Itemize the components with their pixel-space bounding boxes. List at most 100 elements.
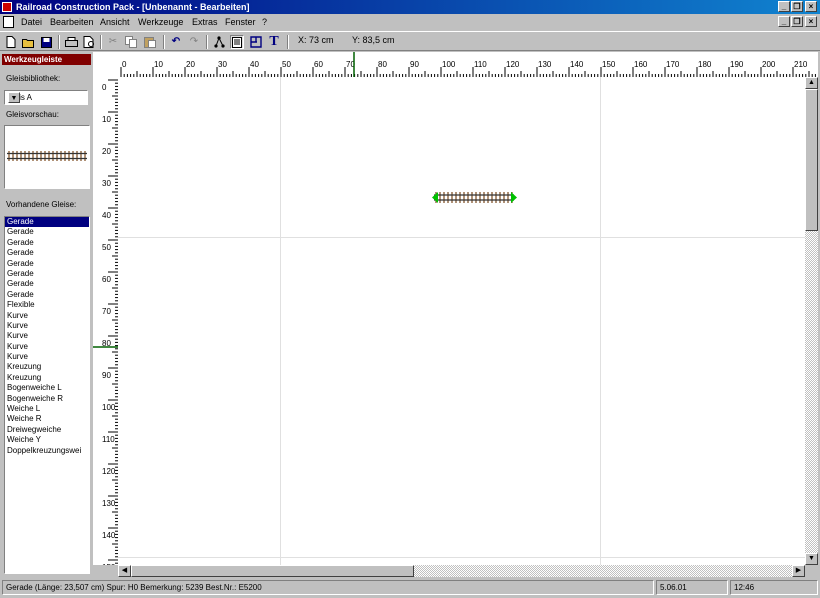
window-title: Railroad Construction Pack - [Unbenannt … bbox=[16, 2, 250, 12]
document-icon[interactable] bbox=[3, 16, 14, 28]
redo-icon[interactable]: ↷ bbox=[187, 35, 201, 49]
y-tick-label: 60 bbox=[102, 275, 111, 284]
close-button[interactable]: × bbox=[805, 1, 817, 12]
list-item[interactable]: Flexible bbox=[5, 300, 89, 310]
scroll-left-button[interactable]: ◀ bbox=[118, 565, 131, 577]
list-item[interactable]: Gerade bbox=[5, 248, 89, 258]
list-item[interactable]: Gerade bbox=[5, 269, 89, 279]
print-icon[interactable] bbox=[64, 35, 78, 49]
list-item[interactable]: Kreuzung bbox=[5, 362, 89, 372]
x-tick-label: 170 bbox=[666, 60, 680, 69]
toolbar-separator bbox=[287, 35, 289, 49]
menu-help[interactable]: ? bbox=[262, 14, 267, 30]
toolbar-separator bbox=[163, 35, 165, 49]
list-item[interactable]: Gerade bbox=[5, 217, 89, 228]
scroll-down-button[interactable]: ▼ bbox=[805, 553, 818, 565]
scroll-up-button[interactable]: ▲ bbox=[805, 77, 818, 89]
drawing-canvas[interactable] bbox=[118, 77, 805, 565]
x-tick-label: 160 bbox=[634, 60, 648, 69]
toolbar-separator bbox=[206, 35, 208, 49]
list-item[interactable]: Kurve bbox=[5, 352, 89, 362]
x-tick-label: 80 bbox=[378, 60, 387, 69]
horizontal-scroll-thumb[interactable] bbox=[131, 565, 414, 577]
track-list[interactable]: Gerade Gerade Gerade Gerade Gerade Gerade Gera… bbox=[4, 216, 90, 574]
vertical-scrollbar[interactable]: ▲ ▼ bbox=[805, 77, 818, 565]
list-item[interactable]: Weiche Y bbox=[5, 435, 89, 445]
vertical-scroll-thumb[interactable] bbox=[805, 89, 818, 231]
x-tick-label: 130 bbox=[538, 60, 552, 69]
cut-icon[interactable]: ✂ bbox=[106, 35, 120, 49]
minimize-button[interactable]: _ bbox=[778, 1, 790, 12]
list-item[interactable]: Kurve bbox=[5, 342, 89, 352]
menu-bearbeiten[interactable]: Bearbeiten bbox=[50, 14, 94, 30]
list-item[interactable]: Gerade bbox=[5, 279, 89, 289]
list-item[interactable]: Bogenweiche L bbox=[5, 383, 89, 393]
copy-icon[interactable] bbox=[124, 35, 138, 49]
status-time: 12:46 bbox=[730, 580, 818, 595]
open-folder-icon[interactable] bbox=[21, 35, 35, 49]
list-item[interactable]: Kurve bbox=[5, 311, 89, 321]
menu-fenster[interactable]: Fenster bbox=[225, 14, 256, 30]
x-tick-label: 0 bbox=[122, 60, 127, 69]
doc-restore-button[interactable]: ❐ bbox=[791, 16, 803, 27]
y-tick-label: 50 bbox=[102, 243, 111, 252]
title-bar: Railroad Construction Pack - [Unbenannt … bbox=[0, 0, 820, 14]
new-file-icon[interactable] bbox=[4, 35, 18, 49]
track-preview bbox=[4, 125, 90, 189]
status-info: Gerade (Länge: 23,507 cm) Spur: H0 Bemer… bbox=[2, 580, 654, 595]
track-list-label: Vorhandene Gleise: bbox=[6, 200, 77, 209]
status-bar: Gerade (Länge: 23,507 cm) Spur: H0 Bemer… bbox=[0, 577, 820, 598]
list-item[interactable]: Gerade bbox=[5, 290, 89, 300]
toolbar: ✂ ↶ ↷ T bbox=[0, 31, 820, 51]
menu-datei[interactable]: Datei bbox=[21, 14, 42, 30]
menu-ansicht[interactable]: Ansicht bbox=[100, 14, 130, 30]
x-tick-label: 20 bbox=[186, 60, 195, 69]
chevron-down-icon[interactable]: ▼ bbox=[8, 92, 20, 103]
x-tick-label: 150 bbox=[602, 60, 616, 69]
x-tick-label: 140 bbox=[570, 60, 584, 69]
list-item[interactable]: Bogenweiche R bbox=[5, 394, 89, 404]
y-tick-label: 0 bbox=[102, 83, 107, 92]
x-tick-label: 120 bbox=[506, 60, 520, 69]
list-item[interactable]: Gerade bbox=[5, 238, 89, 248]
y-tick-label: 110 bbox=[102, 435, 115, 444]
restore-button[interactable]: ❐ bbox=[791, 1, 803, 12]
save-icon[interactable] bbox=[39, 35, 53, 49]
list-item[interactable]: Kreuzung bbox=[5, 373, 89, 383]
preview-label: Gleisvorschau: bbox=[6, 110, 59, 119]
list-item[interactable]: Weiche R bbox=[5, 414, 89, 424]
y-tick-label: 150 bbox=[102, 563, 116, 565]
list-tool-icon[interactable] bbox=[230, 35, 244, 49]
grid-tool-icon[interactable] bbox=[249, 35, 263, 49]
list-item[interactable]: Gerade bbox=[5, 227, 89, 237]
track-endpoint-left[interactable] bbox=[432, 192, 438, 203]
list-item[interactable]: Doppelkreuzungswei bbox=[5, 446, 89, 456]
scroll-right-button[interactable]: ▶ bbox=[792, 565, 805, 577]
track-tool-icon[interactable] bbox=[212, 35, 226, 49]
menu-werkzeuge[interactable]: Werkzeuge bbox=[138, 14, 183, 30]
list-item[interactable]: Gerade bbox=[5, 259, 89, 269]
undo-icon[interactable]: ↶ bbox=[169, 35, 183, 49]
placed-track[interactable] bbox=[118, 77, 805, 565]
text-tool-icon[interactable]: T bbox=[267, 35, 281, 49]
list-item[interactable]: Dreiwegweiche bbox=[5, 425, 89, 435]
x-tick-label: 200 bbox=[762, 60, 776, 69]
track-endpoint-right[interactable] bbox=[511, 192, 517, 203]
menu-extras[interactable]: Extras bbox=[192, 14, 218, 30]
list-item[interactable]: Kurve bbox=[5, 331, 89, 341]
print-preview-icon[interactable] bbox=[82, 35, 96, 49]
menu-bar: Datei Bearbeiten Ansicht Werkzeuge Extra… bbox=[0, 14, 820, 30]
library-select[interactable]: Fleis A ▼ bbox=[4, 90, 88, 105]
list-item[interactable]: Kurve bbox=[5, 321, 89, 331]
y-tick-label: 30 bbox=[102, 179, 111, 188]
vertical-ruler: 0102030405060708090100110120130140150 bbox=[93, 77, 118, 565]
list-item[interactable]: Weiche L bbox=[5, 404, 89, 414]
x-tick-label: 30 bbox=[218, 60, 227, 69]
horizontal-ruler: 0 10 20 30 40 50 60 70 80 90 100 110 120 130 140 150 160… bbox=[118, 52, 818, 77]
doc-minimize-button[interactable]: _ bbox=[778, 16, 790, 27]
doc-close-button[interactable]: × bbox=[805, 16, 817, 27]
x-tick-label: 210 bbox=[794, 60, 808, 69]
app-icon bbox=[2, 2, 12, 12]
horizontal-scrollbar[interactable]: ◀ ▶ bbox=[118, 565, 805, 577]
paste-icon[interactable] bbox=[143, 35, 157, 49]
